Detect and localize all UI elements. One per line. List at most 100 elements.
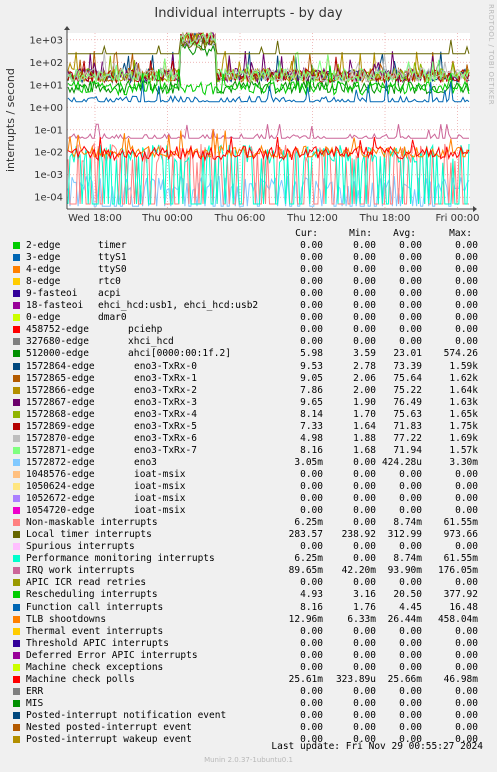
legend-max-value: 0.00	[455, 649, 478, 661]
legend-series-device: ehci_hcd:usb1, ehci_hcd:usb2	[98, 300, 259, 312]
legend-cur-value: 0.00	[300, 685, 323, 697]
legend-swatch	[13, 543, 20, 551]
legend-avg-value: 0.00	[399, 541, 422, 553]
legend-cur-value: 0.00	[300, 300, 323, 312]
legend-max-value: 46.98m	[443, 673, 478, 685]
legend-row: Spurious interrupts 0.00 0.00 0.00 0.00	[0, 541, 497, 553]
legend-swatch	[13, 290, 20, 298]
legend-swatch	[13, 422, 20, 430]
legend-series-device: acpi	[98, 288, 121, 300]
legend-max-value: 377.92	[443, 589, 478, 601]
legend-max-value: 0.00	[455, 312, 478, 324]
last-update: Last update: Fri Nov 29 00:55:27 2024	[271, 741, 483, 752]
legend-series-name: 1048576-edge	[26, 468, 95, 480]
legend-row: Thermal event interrupts 0.00 0.00 0.00 0.00	[0, 626, 497, 638]
legend-max-value: 0.00	[455, 661, 478, 673]
legend-row: 8-edge rtc0 0.00 0.00 0.00 0.00	[0, 276, 497, 288]
legend-max-value: 0.00	[455, 252, 478, 264]
legend-avg-value: 0.00	[399, 685, 422, 697]
legend-avg-value: 0.00	[399, 336, 422, 348]
legend-row: Non-maskable interrupts 6.25m 0.00 8.74m 61.…	[0, 517, 497, 529]
legend-series-device: ioat-msix	[134, 493, 186, 505]
legend-series-name: 1572872-edge	[26, 456, 95, 468]
legend-cur-value: 9.65	[300, 396, 323, 408]
legend-series-name: Nested posted-interrupt event	[26, 722, 192, 733]
legend-series-name: Threshold APIC interrupts	[26, 637, 169, 649]
legend-cur-value: 0.00	[300, 264, 323, 276]
legend-swatch	[13, 639, 20, 647]
y-tick-label: 1e+00	[29, 103, 63, 114]
legend-max-value: 0.00	[455, 276, 478, 288]
legend-max-value: 0.00	[455, 493, 478, 505]
legend-swatch	[13, 736, 20, 744]
legend-swatch	[13, 675, 20, 683]
legend-max-value: 0.00	[455, 300, 478, 312]
legend-swatch	[13, 338, 20, 346]
legend-avg-value: 26.44m	[387, 613, 422, 625]
legend-cur-value: 0.00	[300, 722, 323, 733]
y-tick-label: 1e-04	[34, 193, 63, 204]
legend-max-value: 0.00	[455, 685, 478, 697]
legend-series-name: 1572864-edge	[26, 360, 95, 372]
legend-max-value: 0.00	[455, 541, 478, 553]
legend-row: 1572865-edge eno3-TxRx-1 9.05 2.06 75.64 1.62…	[0, 373, 497, 385]
legend-avg-value: 312.99	[387, 529, 422, 541]
legend-swatch	[13, 627, 20, 635]
legend-avg-value: 71.94	[393, 444, 422, 456]
legend-series-name: 0-edge	[26, 312, 61, 324]
legend-cur-value: 0.00	[300, 493, 323, 505]
legend-row: 3-edge ttyS1 0.00 0.00 0.00 0.00	[0, 252, 497, 264]
legend-avg-value: 8.74m	[393, 517, 422, 529]
legend-cur-value: 0.00	[300, 577, 323, 589]
legend-series-device: eno3-TxRx-1	[134, 372, 197, 384]
legend-series-name: 327680-edge	[26, 336, 89, 348]
legend-row: 1052672-edge ioat-msix 0.00 0.00 0.00 0.00	[0, 493, 497, 505]
legend-swatch	[13, 663, 20, 671]
legend-row: 1048576-edge ioat-msix 0.00 0.00 0.00 0.00	[0, 469, 497, 481]
legend-row: 18-fasteoi ehci_hcd:usb1, ehci_hcd:usb2 0.…	[0, 300, 497, 312]
legend-row: 1572866-edge eno3-TxRx-2 7.86 2.00 75.22 1.64…	[0, 385, 497, 397]
legend-max-value: 973.66	[443, 529, 478, 541]
legend-avg-value: 0.00	[399, 625, 422, 637]
legend-swatch	[13, 555, 20, 563]
legend-max-value: 0.00	[455, 468, 478, 480]
legend-cur-value: 0.00	[300, 312, 323, 324]
legend-swatch	[13, 302, 20, 310]
legend-avg-value: 0.00	[399, 324, 422, 336]
legend-series-name: Deferred Error APIC interrupts	[26, 649, 198, 661]
legend-series-device: pciehp	[128, 324, 163, 336]
legend-cur-value: 3.05m	[294, 456, 323, 468]
y-tick-label: 1e-03	[34, 170, 63, 181]
legend-cur-value: 0.00	[300, 541, 323, 553]
legend-series-device: eno3	[134, 456, 157, 468]
legend-avg-value: 0.00	[399, 649, 422, 661]
legend-cur-value: 0.00	[300, 240, 323, 251]
legend-series-name: 4-edge	[26, 264, 61, 276]
legend-series-name: 2-edge	[26, 240, 61, 251]
legend-max-value: 1.59k	[449, 360, 478, 372]
legend-avg-value: 0.00	[399, 264, 422, 276]
legend-series-name: Non-maskable interrupts	[26, 517, 158, 529]
legend-cur-value: 8.14	[300, 408, 323, 420]
legend-row: ERR 0.00 0.00 0.00 0.00	[0, 686, 497, 698]
legend-cur-value: 0.00	[300, 661, 323, 673]
legend-cur-value: 0.00	[300, 649, 323, 661]
legend-avg-value: 73.39	[393, 360, 422, 372]
legend-series-name: Rescheduling interrupts	[26, 589, 158, 601]
legend-avg-value: 76.49	[393, 396, 422, 408]
legend-cur-value: 0.00	[300, 505, 323, 517]
legend-avg-value: 75.63	[393, 408, 422, 420]
legend-cur-value: 0.00	[300, 468, 323, 480]
col-avg: Avg:	[393, 228, 416, 239]
legend-series-name: Machine check exceptions	[26, 661, 164, 673]
legend-row: Local timer interrupts 283.57 238.92 312.99…	[0, 529, 497, 541]
legend-row: 1572864-edge eno3-TxRx-0 9.53 2.78 73.39 1.59…	[0, 361, 497, 373]
legend-swatch	[13, 711, 20, 719]
legend-max-value: 1.64k	[449, 384, 478, 396]
col-cur: Cur:	[295, 228, 318, 239]
legend-series-device: ioat-msix	[134, 481, 186, 492]
legend-max-value: 0.00	[455, 336, 478, 348]
legend-row: 1572871-edge eno3-TxRx-7 8.16 1.68 71.94 1.57…	[0, 445, 497, 457]
legend-series-name: 1050624-edge	[26, 481, 95, 492]
legend-cur-value: 0.00	[300, 637, 323, 649]
